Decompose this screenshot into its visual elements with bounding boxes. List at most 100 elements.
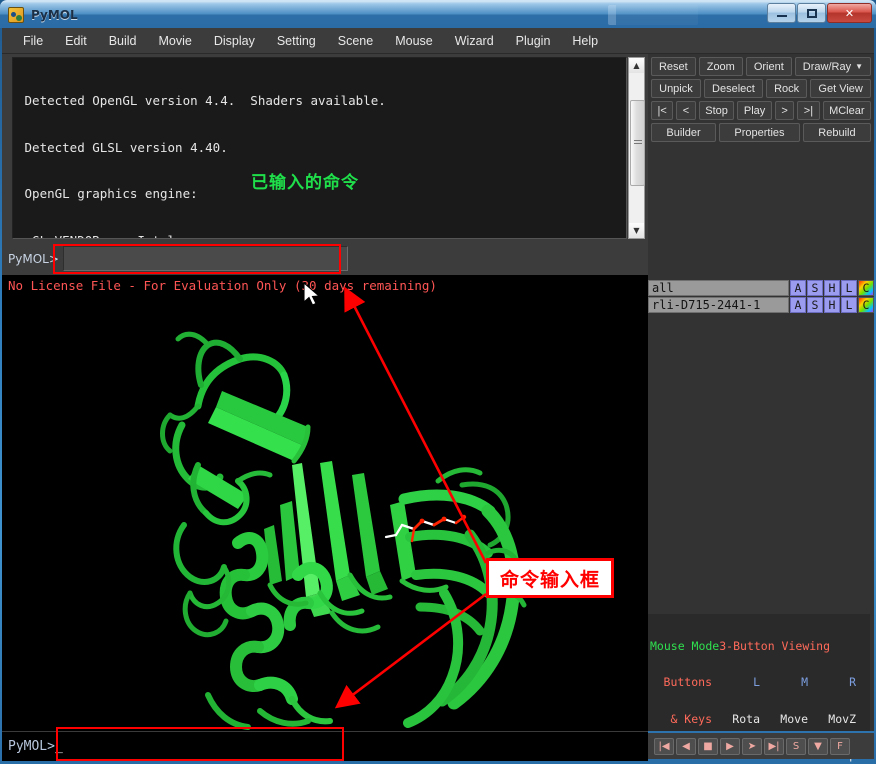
movie-last-button[interactable]: >| — [797, 101, 820, 120]
menu-file[interactable]: File — [12, 30, 54, 52]
mouse-cursor-icon — [304, 283, 321, 306]
menu-help[interactable]: Help — [561, 30, 609, 52]
console-output[interactable]: Detected OpenGL version 4.4. Shaders ava… — [12, 57, 627, 239]
buttons-label: Buttons — [663, 675, 712, 690]
movie-stop-button[interactable]: Stop — [698, 101, 735, 120]
mclear-button[interactable]: MClear — [822, 101, 872, 120]
scrollbar-grip — [633, 140, 642, 146]
console-scrollbar[interactable]: ▲ ▼ — [628, 57, 645, 239]
menu-build[interactable]: Build — [98, 30, 148, 52]
chevron-down-icon: ▼ — [855, 62, 863, 71]
next-frame-icon[interactable]: ➤ — [742, 737, 762, 755]
button-row-movie: |< < Stop Play > >| MClear — [651, 101, 872, 120]
play-icon[interactable]: ▶ — [720, 737, 740, 755]
control-button-groups: Reset Zoom Orient Draw/Ray ▼ Unpick Dese… — [648, 54, 874, 142]
menu-scene[interactable]: Scene — [327, 30, 384, 52]
zoom-button[interactable]: Zoom — [698, 57, 743, 76]
stop-icon[interactable]: ■ — [698, 737, 718, 755]
rock-button[interactable]: Rock — [765, 79, 808, 98]
menu-edit[interactable]: Edit — [54, 30, 98, 52]
builder-button[interactable]: Builder — [651, 123, 717, 142]
title-ghost-artifact — [608, 5, 698, 25]
dropdown-icon[interactable]: ▼ — [808, 737, 828, 755]
command-row: PyMOL> — [2, 242, 648, 275]
draw-ray-label: Draw/Ray — [802, 60, 852, 73]
last-frame-icon[interactable]: ▶| — [764, 737, 784, 755]
object-row-molecule[interactable]: rli-D715-2441-1 A S H L C — [648, 297, 874, 313]
license-warning-text: No License File - For Evaluation Only (3… — [8, 278, 437, 293]
menu-display[interactable]: Display — [203, 30, 266, 52]
close-button[interactable]: ✕ — [827, 3, 872, 23]
object-toggle-hide[interactable]: H — [824, 280, 840, 296]
console-line: Detected OpenGL version 4.4. Shaders ava… — [17, 93, 386, 108]
mouse-mode-header: Buttons L M R — [650, 676, 870, 688]
movie-first-button[interactable]: |< — [651, 101, 674, 120]
deselect-button[interactable]: Deselect — [703, 79, 763, 98]
button-row-select: Unpick Deselect Rock Get View — [651, 79, 871, 98]
mouse-mode-title-right: 3-Button Viewing — [719, 639, 831, 654]
first-frame-icon[interactable]: |◀ — [654, 737, 674, 755]
maximize-button[interactable] — [797, 3, 826, 23]
row-key: & Keys — [670, 711, 712, 726]
object-toggle-show[interactable]: S — [807, 297, 823, 313]
menu-movie[interactable]: Movie — [148, 30, 203, 52]
mouse-mode-title: Mouse Mode3-Button Viewing — [650, 640, 870, 652]
col-middle: M — [801, 675, 808, 690]
app-icon — [8, 6, 24, 23]
button-row-view: Reset Zoom Orient Draw/Ray ▼ — [651, 57, 871, 76]
menu-bar: File Edit Build Movie Display Setting Sc… — [2, 28, 874, 54]
menu-mouse[interactable]: Mouse — [384, 30, 444, 52]
command-input[interactable] — [62, 246, 348, 271]
close-icon: ✕ — [844, 6, 855, 20]
movie-next-button[interactable]: > — [774, 101, 795, 120]
mouse-mode-panel: Mouse Mode3-Button Viewing Buttons L M R… — [648, 614, 870, 761]
minimize-button[interactable] — [767, 3, 796, 23]
menu-wizard[interactable]: Wizard — [444, 30, 505, 52]
object-toggle-label[interactable]: L — [841, 297, 857, 313]
object-toggle-color[interactable]: C — [858, 280, 874, 296]
movie-play-button[interactable]: Play — [737, 101, 772, 120]
prev-frame-icon[interactable]: ◀ — [676, 737, 696, 755]
smooth-icon[interactable]: S — [786, 737, 806, 755]
movie-control-bar: |◀ ◀ ■ ▶ ➤ ▶| S ▼ F — [648, 733, 874, 759]
right-control-panel: Reset Zoom Orient Draw/Ray ▼ Unpick Dese… — [648, 54, 874, 761]
molecular-viewport[interactable]: No License File - For Evaluation Only (3… — [2, 275, 648, 731]
object-row-all[interactable]: all A S H L C — [648, 280, 874, 296]
row-cell: Rota — [732, 711, 760, 726]
properties-button[interactable]: Properties — [719, 123, 800, 142]
title-bar: PyMOL ✕ — [0, 0, 876, 28]
mouse-mode-row: & Keys Rota Move MovZ — [650, 713, 870, 725]
bottom-prompt-caret: _ — [54, 739, 63, 754]
object-name[interactable]: all — [648, 280, 789, 296]
object-toggle-actions[interactable]: A — [790, 280, 806, 296]
console-line: GL_VENDOR: Intel — [17, 233, 626, 239]
object-toggle-color[interactable]: C — [858, 297, 874, 313]
draw-ray-button[interactable]: Draw/Ray ▼ — [794, 57, 871, 76]
object-toggle-label[interactable]: L — [841, 280, 857, 296]
console-line: Detected GLSL version 4.40. — [17, 139, 228, 155]
orient-button[interactable]: Orient — [745, 57, 792, 76]
unpick-button[interactable]: Unpick — [651, 79, 701, 98]
scrollbar-thumb[interactable] — [630, 100, 645, 186]
get-view-button[interactable]: Get View — [810, 79, 871, 98]
scroll-up-icon[interactable]: ▲ — [629, 58, 644, 73]
object-toggle-actions[interactable]: A — [790, 297, 806, 313]
annotation-entered-commands: 已输入的命令 — [251, 173, 359, 193]
command-prompt-label: PyMOL> — [8, 251, 59, 266]
frame-icon[interactable]: F — [830, 737, 850, 755]
movie-prev-button[interactable]: < — [676, 101, 696, 120]
bottom-command-prompt[interactable]: PyMOL> _ — [2, 731, 648, 761]
scroll-down-icon[interactable]: ▼ — [629, 223, 644, 238]
col-right: R — [849, 675, 856, 690]
menu-setting[interactable]: Setting — [266, 30, 327, 52]
menu-plugin[interactable]: Plugin — [505, 30, 562, 52]
object-toggle-hide[interactable]: H — [824, 297, 840, 313]
object-list: all A S H L C rli-D715-2441-1 A S H L C — [648, 280, 874, 314]
object-toggle-show[interactable]: S — [807, 280, 823, 296]
row-cell: MovZ — [828, 711, 856, 726]
reset-button[interactable]: Reset — [651, 57, 696, 76]
object-name[interactable]: rli-D715-2441-1 — [648, 297, 789, 313]
annotation-callout-command-box: 命令输入框 — [486, 558, 614, 598]
row-cell: Move — [780, 711, 808, 726]
rebuild-button[interactable]: Rebuild — [802, 123, 871, 142]
